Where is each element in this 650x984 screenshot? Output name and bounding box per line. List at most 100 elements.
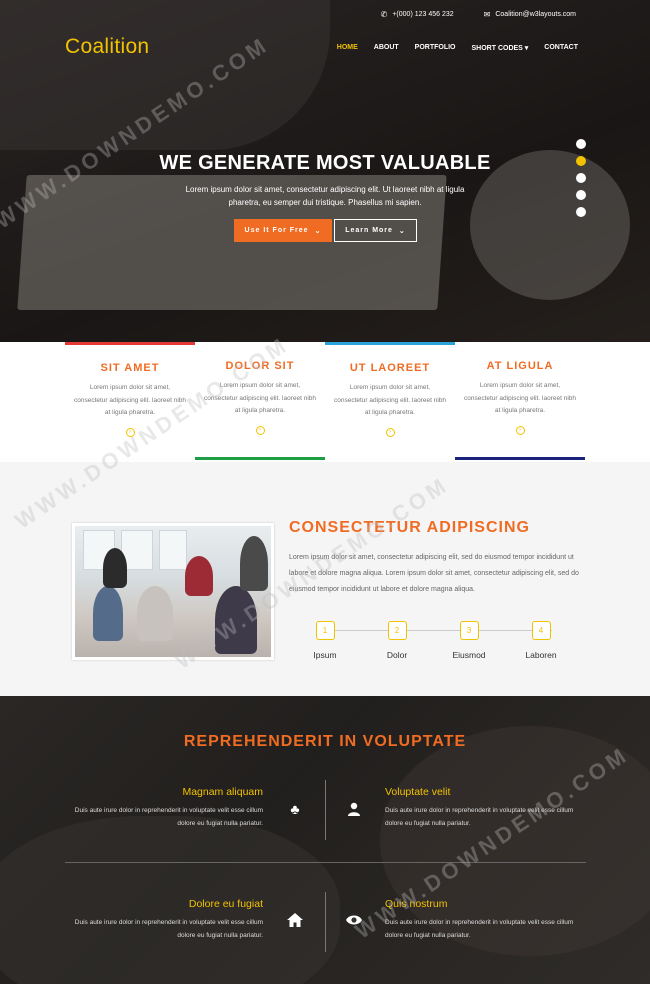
photo-person — [137, 586, 173, 641]
phone-contact[interactable]: ✆ +(000) 123 456 232 — [381, 10, 454, 19]
arrow-circle-icon[interactable]: › — [255, 425, 265, 435]
learn-more-label: Learn More — [345, 227, 393, 234]
photo-person — [240, 536, 268, 591]
learn-more-button[interactable]: Learn More ⌄ — [334, 219, 417, 242]
service-title: Quis nostrum — [385, 898, 448, 910]
feature-accent-bar — [195, 457, 325, 460]
service-title: Magnam aliquam — [182, 786, 263, 798]
about-title: CONSECTETUR ADIPISCING — [289, 519, 530, 536]
home-icon-svg — [287, 913, 303, 927]
feature-accent-bar — [325, 342, 455, 345]
nav-item-home[interactable]: HOME — [337, 44, 358, 52]
use-it-for-free-button[interactable]: Use It For Free ⌄ — [234, 219, 332, 242]
email-contact[interactable]: ✉ Coalition@w3layouts.com — [484, 10, 576, 19]
slide-dot[interactable] — [576, 190, 586, 200]
chevron-down-icon: ⌄ — [314, 227, 322, 235]
service-text: Duis aute irure dolor in reprehenderit i… — [74, 919, 263, 939]
service-text: Duis aute irure dolor in reprehenderit i… — [385, 919, 574, 939]
services-section: REPREHENDERIT IN VOLUPTATE Magnam aliqua… — [0, 696, 650, 984]
feature-title: UT LAOREET — [349, 362, 431, 374]
slide-dot[interactable] — [576, 173, 586, 183]
feature-text: Lorem ipsum dolor sit amet, consectetur … — [333, 384, 446, 416]
feature-card-sit-amet: SIT AMET Lorem ipsum dolor sit amet, con… — [65, 342, 195, 437]
step-number: 4 — [531, 621, 551, 640]
hero-text: Lorem ipsum dolor sit amet, consectetur … — [185, 185, 465, 207]
photo-person — [103, 548, 127, 588]
step-label: Eiusmod — [452, 650, 486, 660]
feature-title: SIT AMET — [100, 362, 160, 374]
eye-icon — [345, 911, 363, 929]
steps-connector — [322, 630, 552, 631]
feature-accent-bar — [65, 342, 195, 345]
step-item[interactable]: 1 Ipsum — [303, 621, 347, 660]
process-steps: 1 Ipsum 2 Dolor 3 Eiusmod 4 Laboren — [312, 621, 558, 661]
service-title: Dolore eu fugiat — [188, 898, 263, 910]
arrow-circle-icon[interactable]: › — [385, 427, 395, 437]
feature-text: Lorem ipsum dolor sit amet, consectetur … — [73, 384, 186, 416]
hero-banner: ✆ +(000) 123 456 232 ✉ Coalition@w3layou… — [0, 0, 650, 342]
about-text: Lorem ipsum dolor sit amet, consectetur … — [289, 554, 579, 593]
use-it-for-free-label: Use It For Free — [244, 227, 309, 234]
step-item[interactable]: 3 Eiusmod — [447, 621, 491, 660]
step-label: Dolor — [386, 650, 408, 660]
feature-accent-bar — [455, 457, 585, 460]
step-label: Ipsum — [313, 650, 337, 660]
step-number: 1 — [315, 621, 335, 640]
service-item-quis-nostrum: Quis nostrum Duis aute irure dolor in re… — [385, 898, 585, 942]
step-item[interactable]: 4 Laboren — [519, 621, 563, 660]
service-item-magnam-aliquam: Magnam aliquam Duis aute irure dolor in … — [63, 786, 263, 830]
phone-icon: ✆ — [380, 10, 388, 19]
feature-title: AT LIGULA — [486, 360, 554, 372]
feature-card-at-ligula: AT LIGULA Lorem ipsum dolor sit amet, co… — [455, 342, 585, 460]
team-photo — [72, 523, 274, 660]
divider-vertical — [325, 892, 326, 952]
eye-icon-svg — [346, 915, 362, 925]
about-section: CONSECTETUR ADIPISCING Lorem ipsum dolor… — [0, 462, 650, 696]
nav-item-about[interactable]: ABOUT — [374, 44, 399, 52]
envelope-icon: ✉ — [483, 10, 491, 19]
main-nav: HOME ABOUT PORTFOLIO SHORT CODES ▾ CONTA… — [337, 44, 578, 52]
feature-title: DOLOR SIT — [225, 360, 295, 372]
email-address: Coalition@w3layouts.com — [495, 11, 576, 18]
features-section: SIT AMET Lorem ipsum dolor sit amet, con… — [0, 342, 650, 462]
nav-item-short-codes[interactable]: SHORT CODES ▾ — [472, 44, 529, 52]
slide-dot[interactable] — [576, 139, 586, 149]
slide-dot-active[interactable] — [576, 156, 586, 166]
service-item-dolore-eu-fugiat: Dolore eu fugiat Duis aute irure dolor i… — [63, 898, 263, 942]
arrow-circle-icon[interactable]: › — [515, 425, 525, 435]
feature-card-ut-laoreet: UT LAOREET Lorem ipsum dolor sit amet, c… — [325, 342, 455, 437]
photo-person — [215, 586, 257, 654]
step-number: 3 — [459, 621, 479, 640]
slide-dot[interactable] — [576, 207, 586, 217]
feature-text: Lorem ipsum dolor sit amet, consectetur … — [203, 382, 316, 414]
site-logo[interactable]: Coalition — [65, 35, 149, 59]
user-icon — [345, 800, 363, 818]
services-title: REPREHENDERIT IN VOLUPTATE — [183, 733, 467, 750]
step-label: Laboren — [525, 650, 557, 660]
service-item-voluptate-velit: Voluptate velit Duis aute irure dolor in… — [385, 786, 585, 830]
slider-pagination — [576, 139, 586, 217]
service-title: Voluptate velit — [385, 786, 451, 798]
phone-number: +(000) 123 456 232 — [392, 11, 454, 18]
photo-person — [93, 586, 123, 641]
arrow-circle-icon[interactable]: › — [125, 427, 135, 437]
photo-person — [185, 556, 213, 596]
nav-item-portfolio[interactable]: PORTFOLIO — [415, 44, 456, 52]
divider-vertical — [325, 780, 326, 840]
tree-icon: ♣ — [290, 801, 300, 817]
home-icon — [286, 911, 304, 929]
service-text: Duis aute irure dolor in reprehenderit i… — [74, 807, 263, 827]
step-item[interactable]: 2 Dolor — [375, 621, 419, 660]
photo-window — [159, 530, 187, 570]
team-photo-image — [75, 526, 271, 657]
top-contact-bar: ✆ +(000) 123 456 232 ✉ Coalition@w3layou… — [381, 10, 576, 19]
feature-card-dolor-sit: DOLOR SIT Lorem ipsum dolor sit amet, co… — [195, 342, 325, 460]
nav-item-contact[interactable]: CONTACT — [544, 44, 578, 52]
hero-title: WE GENERATE MOST VALUABLE — [159, 152, 491, 174]
user-icon-svg — [348, 802, 360, 816]
chevron-down-icon: ⌄ — [398, 227, 406, 235]
step-number: 2 — [387, 621, 407, 640]
service-text: Duis aute irure dolor in reprehenderit i… — [385, 807, 574, 827]
divider-horizontal — [65, 862, 586, 863]
feature-text: Lorem ipsum dolor sit amet, consectetur … — [463, 382, 576, 414]
